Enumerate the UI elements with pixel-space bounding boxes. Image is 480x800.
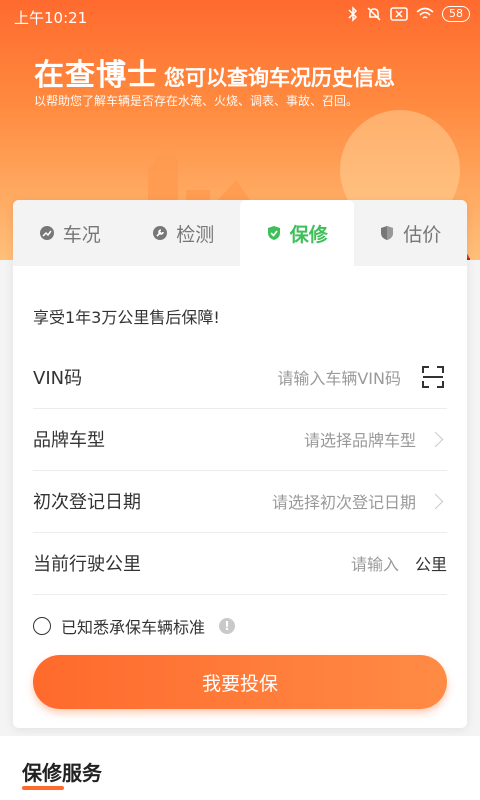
shield-check-icon [267, 226, 280, 240]
tab-label: 车况 [62, 223, 101, 246]
mileage-label: 当前行驶公里 [33, 554, 141, 575]
vin-input[interactable]: 请输入车辆VIN码 [277, 365, 401, 389]
tab-bar: 车况 检测 保修 估价 [13, 200, 467, 266]
hero-headline: 在查博士 您可以查询车况历史信息 [34, 50, 395, 94]
battery-indicator: 58 [442, 6, 470, 22]
mileage-unit: 公里 [414, 555, 447, 574]
tab-warranty[interactable]: 保修 [240, 200, 354, 266]
section-title: 保修服务 [22, 761, 102, 785]
agreement-row: 已知悉承保车辆标准 ! [33, 614, 236, 638]
info-icon[interactable]: ! [219, 618, 236, 634]
form-card: 车况 检测 保修 估价 享受1年3万公里售后保障! VIN码 请输入车辆VIN码… [13, 200, 467, 728]
tab-label: 检测 [176, 223, 215, 246]
chevron-right-icon [427, 431, 444, 447]
brand-model-label: 品牌车型 [33, 430, 105, 451]
tab-label: 估价 [403, 223, 442, 246]
status-bar: 上午10:21 58 [0, 0, 480, 32]
submit-button[interactable]: 我要投保 [33, 655, 447, 709]
reg-date-label: 初次登记日期 [33, 492, 141, 513]
brand-model-select[interactable]: 请选择品牌车型 [304, 427, 416, 451]
tab-inspection[interactable]: 检测 [127, 200, 241, 266]
chart-icon [39, 226, 54, 240]
brand-model-row[interactable]: 品牌车型 请选择品牌车型 [33, 408, 447, 471]
vin-label: VIN码 [33, 368, 83, 389]
bluetooth-icon [348, 6, 358, 22]
wrench-icon [153, 226, 168, 240]
promo-text: 享受1年3万公里售后保障! [33, 308, 220, 327]
mileage-row: 当前行驶公里 请输入 公里 [33, 532, 447, 595]
tab-vehicle-condition[interactable]: 车况 [13, 200, 127, 266]
reg-date-select[interactable]: 请选择初次登记日期 [272, 489, 416, 513]
sim-x-icon [390, 7, 408, 21]
status-icons: 58 [348, 6, 470, 22]
mute-icon [367, 7, 381, 21]
section-title-underline [22, 786, 64, 790]
tab-label: 保修 [289, 223, 328, 246]
agreement-text: 已知悉承保车辆标准 [61, 618, 206, 637]
hero-tagline: 您可以查询车况历史信息 [164, 66, 395, 90]
reg-date-row[interactable]: 初次登记日期 请选择初次登记日期 [33, 470, 447, 533]
brand-title: 在查博士 [34, 58, 158, 93]
tab-valuation[interactable]: 估价 [354, 200, 468, 266]
mileage-input[interactable]: 请输入 [351, 551, 399, 575]
vin-row[interactable]: VIN码 请输入车辆VIN码 [33, 346, 447, 409]
agreement-radio[interactable] [33, 617, 51, 635]
shield-icon [381, 226, 394, 240]
wifi-icon [416, 7, 434, 19]
chevron-right-icon [427, 493, 444, 509]
scan-icon[interactable] [421, 365, 445, 389]
status-time: 上午10:21 [14, 9, 88, 27]
